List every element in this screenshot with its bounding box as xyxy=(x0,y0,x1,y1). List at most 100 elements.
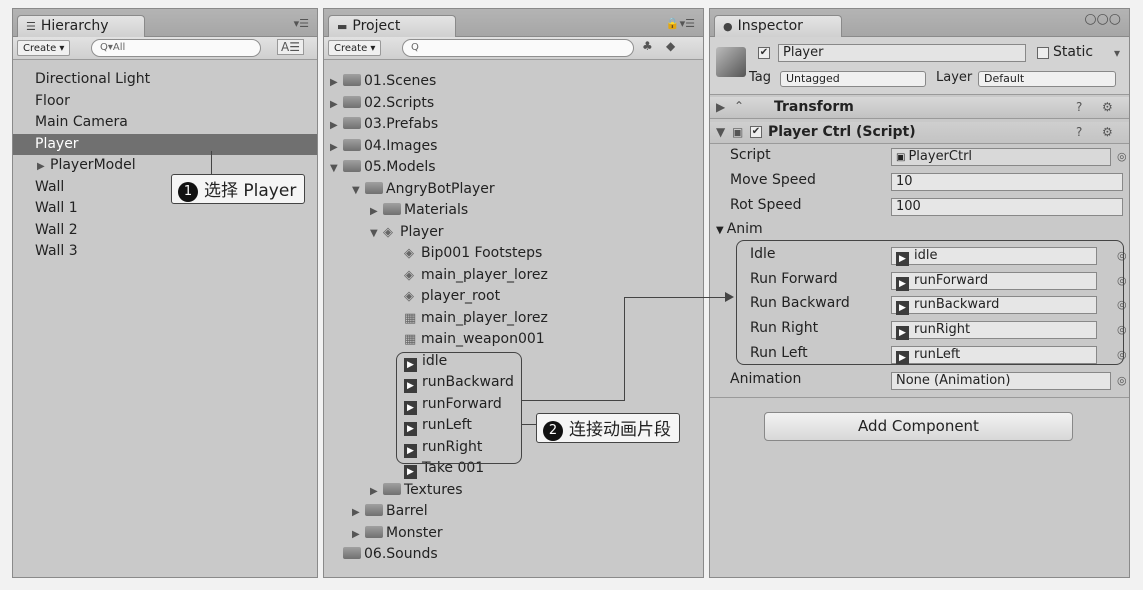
hierarchy-create-button[interactable]: Create ▾ xyxy=(17,40,71,56)
project-folder-prefabs[interactable]: ▶ 03.Prefabs xyxy=(324,114,703,136)
expand-arrow-icon[interactable]: ▶ xyxy=(330,72,343,94)
expand-arrow-icon[interactable]: ▶ xyxy=(330,94,343,116)
anim-foldout[interactable]: ▼ Anim xyxy=(716,221,763,237)
step-number-2: 2 xyxy=(543,421,563,441)
tag-label: Tag xyxy=(749,70,772,85)
hierarchy-item-floor[interactable]: Floor xyxy=(13,91,317,113)
hierarchy-item-wall-3[interactable]: Wall 3 xyxy=(13,241,317,263)
rot-speed-field[interactable]: 100 xyxy=(891,198,1123,216)
callout-2-connector-bottom xyxy=(522,400,624,401)
lock-icon[interactable]: 🔒▾☰ xyxy=(666,17,695,30)
tab-inspector[interactable]: ● Inspector xyxy=(714,15,842,38)
hierarchy-item-wall-2[interactable]: Wall 2 xyxy=(13,220,317,242)
gameobject-cube-icon xyxy=(716,47,746,77)
project-tabbar: ▬ Project 🔒▾☰ xyxy=(324,9,703,38)
script-icon: ▣ xyxy=(896,152,906,163)
animation-label: Animation xyxy=(730,371,802,387)
object-name-field[interactable]: Player xyxy=(778,44,1026,62)
project-folder-models[interactable]: ▼ 05.Models xyxy=(324,157,703,179)
expand-arrow-icon[interactable]: ▶ xyxy=(370,481,383,503)
model-icon: ◈ xyxy=(383,224,393,240)
gear-icon[interactable]: ⚙ xyxy=(1102,125,1113,139)
active-checkbox[interactable]: ✔ xyxy=(758,47,770,59)
help-icon[interactable]: ? xyxy=(1076,100,1082,114)
callout-connect-clips: 2 连接动画片段 xyxy=(536,413,680,443)
window-controls-icon[interactable]: ○○○ xyxy=(1084,11,1121,27)
expand-arrow-icon[interactable]: ▶ xyxy=(330,115,343,137)
step-number-1: 1 xyxy=(178,182,198,202)
collapse-arrow-icon[interactable]: ▼ xyxy=(370,223,383,245)
hierarchy-item-main-camera[interactable]: Main Camera xyxy=(13,112,317,134)
expand-arrow-icon[interactable]: ▶ xyxy=(37,156,50,178)
collapse-arrow-icon[interactable]: ▼ xyxy=(330,158,343,180)
project-create-button[interactable]: Create ▾ xyxy=(328,40,382,56)
hierarchy-item-player[interactable]: Player xyxy=(13,133,317,155)
panel-menu-icon[interactable]: ▾☰ xyxy=(294,17,309,30)
object-picker-icon[interactable]: ◎ xyxy=(1117,374,1127,387)
project-asset-bip001[interactable]: ◈ Bip001 Footsteps xyxy=(324,243,703,265)
project-mesh-main-weapon[interactable]: ▦ main_weapon001 xyxy=(324,329,703,351)
tab-hierarchy[interactable]: ☰ Hierarchy xyxy=(17,15,145,38)
script-field[interactable]: ▣ PlayerCtrl xyxy=(891,148,1111,166)
project-folder-scenes[interactable]: ▶ 01.Scenes xyxy=(324,71,703,93)
list-icon: ☰ xyxy=(26,20,36,33)
sort-icon[interactable]: A☰ xyxy=(277,39,304,55)
script-component-header[interactable]: ▼ ▣ ✔ Player Ctrl (Script) ? ⚙ xyxy=(710,122,1129,144)
callout-2-connector-top xyxy=(624,297,728,298)
project-mesh-main-player-lorez[interactable]: ▦ main_player_lorez xyxy=(324,308,703,330)
expand-arrow-icon[interactable]: ▶ xyxy=(352,524,365,546)
callout-2-arrowhead-icon xyxy=(725,292,734,302)
project-folder-monster[interactable]: ▶ Monster xyxy=(324,523,703,545)
filter-label-icon[interactable]: ◆ xyxy=(666,39,675,53)
callout-select-player: 1 选择 Player xyxy=(171,174,306,204)
transform-icon: ◈ xyxy=(404,267,414,283)
hierarchy-tabbar: ☰ Hierarchy ▾☰ xyxy=(13,9,317,38)
folder-open-icon xyxy=(365,181,383,194)
project-folder-angrybotplayer[interactable]: ▼ AngryBotPlayer xyxy=(324,179,703,201)
collapse-arrow-icon: ▼ xyxy=(716,225,724,236)
tag-dropdown[interactable]: Untagged xyxy=(780,71,926,87)
hierarchy-search-input[interactable]: Q▾All xyxy=(91,39,261,57)
project-panel: ▬ Project 🔒▾☰ Create ▾ Q ♣ ◆ ▶ 01.Scenes ▶… xyxy=(323,8,704,578)
expand-arrow-icon[interactable]: ▶ xyxy=(352,502,365,524)
project-folder-textures[interactable]: ▶ Textures xyxy=(324,480,703,502)
help-icon[interactable]: ? xyxy=(1076,125,1082,139)
hierarchy-item-directional-light[interactable]: Directional Light xyxy=(13,69,317,91)
folder-icon xyxy=(383,203,401,215)
project-folder-sounds[interactable]: 06.Sounds xyxy=(324,544,703,566)
add-component-button[interactable]: Add Component xyxy=(764,412,1073,441)
folder-icon xyxy=(365,504,383,516)
filter-type-icon[interactable]: ♣ xyxy=(642,39,653,53)
script-label: Script xyxy=(730,147,771,163)
project-folder-materials[interactable]: ▶ Materials xyxy=(324,200,703,222)
project-list: ▶ 01.Scenes ▶ 02.Scripts ▶ 03.Prefabs ▶ 04.I… xyxy=(324,71,703,566)
expand-arrow-icon[interactable]: ▶ xyxy=(330,137,343,159)
gear-icon[interactable]: ⚙ xyxy=(1102,100,1113,114)
folder-icon xyxy=(365,525,383,538)
move-speed-field[interactable]: 10 xyxy=(891,173,1123,191)
transform-icon: ◈ xyxy=(404,246,414,261)
collapse-arrow-icon[interactable]: ▼ xyxy=(716,125,725,139)
inspector-panel: ● Inspector ○○○ ✔ Player Static ▾ Tag Unt… xyxy=(709,8,1130,578)
animation-field[interactable]: None (Animation) xyxy=(891,372,1111,390)
mesh-icon: ▦ xyxy=(404,310,417,326)
static-checkbox[interactable] xyxy=(1037,47,1049,59)
move-speed-label: Move Speed xyxy=(730,172,816,188)
expand-arrow-icon[interactable]: ▶ xyxy=(370,201,383,223)
static-dropdown-icon[interactable]: ▾ xyxy=(1114,46,1120,60)
project-folder-scripts[interactable]: ▶ 02.Scripts xyxy=(324,93,703,115)
transform-icon: ⌃ xyxy=(734,99,745,113)
expand-arrow-icon[interactable]: ▶ xyxy=(716,100,725,114)
project-asset-main-player-lorez[interactable]: ◈ main_player_lorez xyxy=(324,265,703,287)
object-picker-icon[interactable]: ◎ xyxy=(1117,150,1127,163)
script-enabled-checkbox[interactable]: ✔ xyxy=(750,126,762,138)
project-model-player[interactable]: ▼ ◈ Player xyxy=(324,222,703,244)
collapse-arrow-icon[interactable]: ▼ xyxy=(352,180,365,202)
layer-dropdown[interactable]: Default xyxy=(978,71,1116,87)
transform-component-header[interactable]: ▶ ⌃ Transform ? ⚙ xyxy=(710,97,1129,119)
anim-highlight-box xyxy=(736,240,1124,365)
tab-project[interactable]: ▬ Project xyxy=(328,15,456,38)
project-folder-barrel[interactable]: ▶ Barrel xyxy=(324,501,703,523)
project-folder-images[interactable]: ▶ 04.Images xyxy=(324,136,703,158)
project-search-input[interactable]: Q xyxy=(402,39,634,57)
